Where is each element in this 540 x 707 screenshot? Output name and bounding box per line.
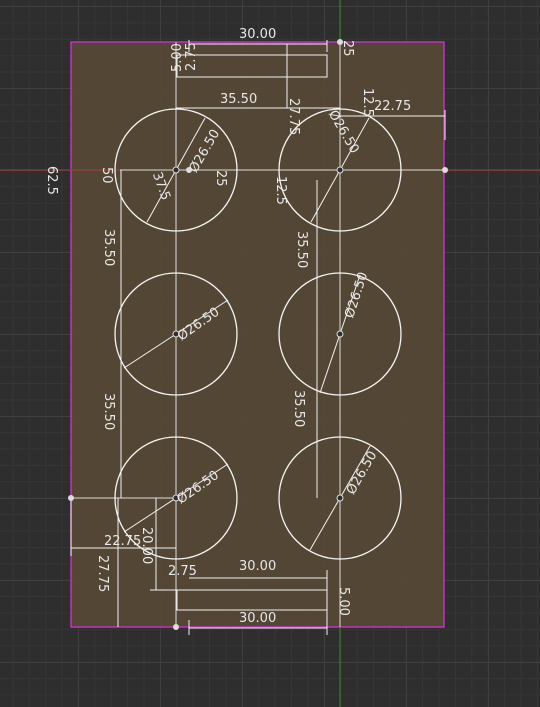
dim-label-bottom-20[interactable]: 20.00	[139, 527, 154, 564]
dim-label-vert-spacing-3[interactable]: 35.50	[101, 393, 116, 430]
dim-label-vert-spacing-4[interactable]: 35.50	[291, 390, 306, 427]
dim-label-bottom-width-1[interactable]: 30.00	[239, 559, 276, 574]
dim-label-center-12-5[interactable]: 12.5	[273, 176, 288, 205]
point-bottom-edge[interactable]	[173, 624, 179, 630]
dim-label-bottom-slot-height[interactable]: 5.00	[336, 587, 351, 616]
dim-label-vert-spacing-1[interactable]: 35.50	[101, 229, 116, 266]
point-center-br[interactable]	[336, 494, 344, 502]
dim-label-vert-spacing-2[interactable]: 35.50	[294, 231, 309, 268]
dim-label-right-small[interactable]: 12.5	[360, 88, 375, 117]
point-center-mr[interactable]	[336, 330, 344, 338]
dim-label-slot-hole[interactable]: 27.75	[286, 98, 301, 135]
dim-label-bottom-left-27[interactable]: 27.75	[95, 555, 110, 592]
dim-label-center-25[interactable]: 25	[213, 170, 228, 187]
dim-label-bottom-left-offset[interactable]: 22.75	[104, 534, 141, 549]
point-center-tl[interactable]	[172, 166, 180, 174]
dim-label-bottom-width-2[interactable]: 30.00	[239, 611, 276, 626]
dim-label-bottom-slot-offset[interactable]: 2.75	[168, 564, 197, 579]
dim-label-right-offset[interactable]: 22.75	[374, 99, 411, 114]
sketch-canvas[interactable]: 30.00 5.00 2.75 25 35.50 27.75 12.5 22.7…	[0, 0, 540, 707]
dim-label-left-half[interactable]: 62.5	[44, 166, 59, 195]
dim-label-top-width[interactable]: 30.00	[239, 27, 276, 42]
dim-label-left-fifty[interactable]: 50	[99, 167, 114, 184]
point-right-edge[interactable]	[442, 167, 448, 173]
point-left-edge[interactable]	[68, 495, 74, 501]
dim-label-top-right-small[interactable]: 25	[340, 40, 355, 57]
point-center-tr[interactable]	[336, 166, 344, 174]
dim-label-slot-offset[interactable]: 2.75	[184, 42, 199, 71]
dim-label-top-spacing[interactable]: 35.50	[220, 92, 257, 107]
dim-label-slot-height[interactable]: 5.00	[170, 43, 185, 72]
